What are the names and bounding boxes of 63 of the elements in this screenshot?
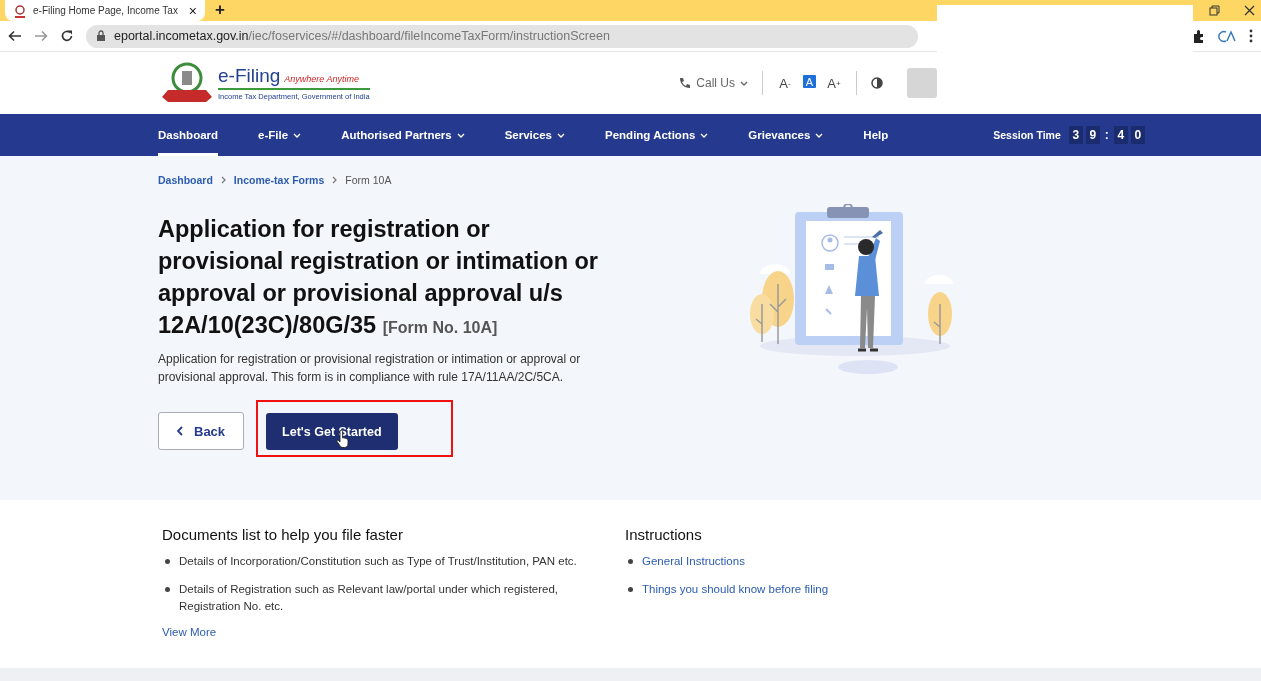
back-arrow-icon — [8, 29, 22, 43]
font-size-button[interactable]: A$^{-}$ — [777, 75, 793, 91]
font-size-button[interactable]: A — [803, 75, 816, 88]
chevron-left-icon — [177, 426, 184, 436]
page-title: Application for registration or provisional registration or intimation or approval or provisional approval u/s 12A/10(23C)/80G/35 [Form No. 10A] — [158, 215, 600, 340]
brand-name: e-Filing — [218, 65, 281, 87]
bullet-icon — [165, 559, 170, 564]
lock-icon — [96, 30, 106, 42]
caret-icon — [293, 132, 302, 138]
caret-icon — [456, 132, 465, 138]
browser-tab[interactable]: e-Filing Home Page, Income Tax × — [5, 0, 205, 21]
nav-tab[interactable]: e-File — [258, 114, 302, 156]
section-heading: Documents list to help you file faster — [162, 526, 404, 543]
address-bar[interactable]: eportal.incometax.gov.in/iec/foservices/#/dashboard/fileIncomeTaxForm/instructionScreen — [86, 24, 918, 48]
caret-icon — [740, 80, 748, 86]
emblem-logo-icon — [160, 61, 214, 105]
nav-tab[interactable]: Authorised Partners — [341, 114, 465, 156]
nav-tab[interactable]: Help — [863, 114, 889, 156]
timer-digit: 0 — [1130, 126, 1145, 144]
profile-box[interactable] — [907, 68, 937, 98]
chevron-right-icon — [332, 175, 338, 184]
instruction-link[interactable]: Things you should know before filing — [642, 581, 829, 598]
call-us-menu[interactable]: Call Us — [678, 76, 748, 90]
document-item: Details of Registration such as Relevant law/portal under which registered, Registration No. etc. — [179, 582, 560, 614]
timer-digit: 4 — [1113, 126, 1128, 144]
font-size-button[interactable]: A$^{+}$ — [826, 75, 842, 91]
document-item: Details of Incorporation/Constitution such as Type of Trust/Institution, PAN etc. — [179, 554, 577, 569]
caret-icon — [557, 132, 565, 138]
extension-logo-icon — [1217, 28, 1237, 44]
breadcrumb-link[interactable]: Income-tax Forms — [233, 173, 325, 186]
instruction-link[interactable]: General Instructions — [642, 553, 745, 570]
brand-tagline: Anywhere Anytime — [284, 74, 359, 84]
nav-tab[interactable]: Pending Actions — [605, 114, 709, 156]
timer-digit: : — [1103, 127, 1110, 144]
chevron-right-icon — [220, 175, 226, 184]
close-icon — [1244, 5, 1255, 16]
caret-icon — [815, 132, 824, 138]
nav-tab[interactable]: Grievances — [748, 114, 824, 156]
new-tab-button[interactable]: + — [215, 0, 225, 20]
breadcrumb-current: Form 10A — [345, 173, 392, 186]
bullet-icon — [628, 587, 633, 592]
menu-icon — [1249, 29, 1253, 43]
session-time-label: Session Time — [993, 129, 1061, 141]
forward-arrow-icon — [34, 29, 48, 43]
reload-icon — [60, 29, 74, 43]
timer-digit: 3 — [1068, 126, 1083, 144]
get-started-button[interactable]: Let's Get Started — [266, 413, 398, 450]
view-more-link[interactable]: View More — [162, 626, 217, 638]
bullet-icon — [628, 559, 633, 564]
emblem-icon — [13, 3, 27, 18]
puzzle-icon — [1192, 29, 1205, 43]
breadcrumb-link[interactable]: Dashboard — [158, 173, 213, 186]
form-description: Application for registration or provisional registration or intimation or approval or provisional approval. This form is in compliance with rule 17A/11AA/2C/5CA. — [158, 351, 582, 386]
close-tab-button[interactable]: × — [188, 2, 197, 19]
timer-digit: 9 — [1085, 126, 1100, 144]
phone-icon — [678, 76, 692, 90]
back-button[interactable]: Back — [158, 412, 245, 450]
caret-icon — [700, 132, 709, 138]
nav-tab[interactable]: Services — [504, 114, 565, 156]
section-heading: Instructions — [625, 526, 703, 543]
restore-icon — [1209, 5, 1220, 16]
bullet-icon — [165, 587, 170, 592]
contrast-icon — [871, 77, 883, 89]
